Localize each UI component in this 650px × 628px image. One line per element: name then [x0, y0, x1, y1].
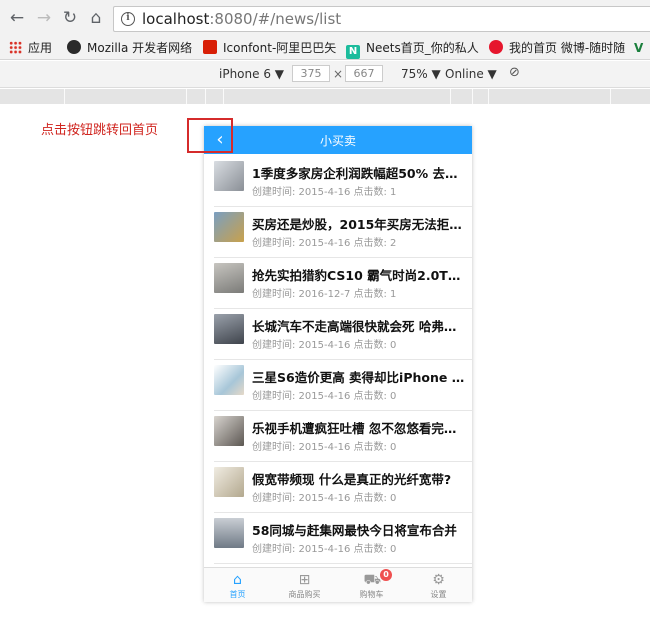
- rotate-icon[interactable]: ⊘: [509, 65, 520, 80]
- bookmark-label: 我的首页 微博-随时随: [509, 41, 626, 55]
- device-name: iPhone 6: [219, 67, 271, 81]
- list-item[interactable]: 1季度多家房企利润跌幅超50% 去库存促销战打响 创建时间: 2015-4-16…: [214, 156, 472, 207]
- tab-label: 购物车: [359, 590, 384, 599]
- network-value: Online: [445, 67, 484, 81]
- news-title: 1季度多家房企利润跌幅超50% 去库存促销战打响: [252, 166, 466, 181]
- dropdown-triangle-icon: ▼: [487, 67, 497, 81]
- annotation-highlight-box: [187, 118, 233, 153]
- news-meta: 创建时间: 2015-4-16 点击数: 2: [252, 238, 397, 249]
- url-host: localhost: [142, 10, 210, 28]
- device-select[interactable]: iPhone 6 ▼: [219, 67, 284, 81]
- tab-settings[interactable]: ⚙ 设置: [405, 568, 472, 602]
- news-thumbnail: [214, 416, 244, 446]
- home-icon: ⌂: [233, 572, 242, 588]
- list-item[interactable]: 长城汽车不走高端很快就会死 哈弗H8为何难产 创建时间: 2015-4-16 点…: [214, 309, 472, 360]
- news-thumbnail: [214, 314, 244, 344]
- height-input[interactable]: 667: [345, 65, 383, 82]
- reload-icon[interactable]: ↻: [61, 9, 79, 27]
- iconfont-icon: [203, 40, 217, 54]
- annotation-text: 点击按钮跳转回首页: [41, 123, 159, 138]
- media-query-ruler: [0, 89, 650, 104]
- news-title: 长城汽车不走高端很快就会死 哈弗H8为何难产: [252, 319, 466, 334]
- news-list: 1季度多家房企利润跌幅超50% 去库存促销战打响 创建时间: 2015-4-16…: [214, 156, 472, 564]
- dropdown-triangle-icon: ▼: [431, 67, 441, 81]
- news-title: 买房还是炒股，2015年买房无法拒绝的5大理由: [252, 217, 466, 232]
- news-thumbnail: [214, 263, 244, 293]
- news-thumbnail: [214, 212, 244, 242]
- news-meta: 创建时间: 2016-12-7 点击数: 1: [252, 289, 397, 300]
- network-select[interactable]: Online ▼: [445, 67, 497, 81]
- site-info-icon[interactable]: i: [121, 12, 135, 26]
- forward-arrow-icon[interactable]: →: [35, 9, 53, 27]
- bookmark-mdn[interactable]: Mozilla 开发者网络: [67, 39, 192, 57]
- list-item[interactable]: 抢先实拍猎豹CS10 霸气时尚2.0T涡轮增压 创建时间: 2016-12-7 …: [214, 258, 472, 309]
- bookmark-apps[interactable]: 应用: [9, 39, 52, 57]
- news-title: 假宽带频现 什么是真正的光纤宽带?: [252, 472, 452, 487]
- zoom-select[interactable]: 75% ▼: [401, 67, 441, 81]
- list-item[interactable]: 三星S6造价更高 卖得却比iPhone 6便宜 创建时间: 2015-4-16 …: [214, 360, 472, 411]
- bottom-tab-bar: ⌂ 首页 ⊞ 商品购买 ⛟ 0 购物车 ⚙ 设置: [204, 567, 472, 602]
- news-meta: 创建时间: 2015-4-16 点击数: 1: [252, 187, 397, 198]
- news-title: 乐视手机遭疯狂吐槽 忽不忽悠看完再说: [252, 421, 466, 436]
- news-title: 58同城与赶集网最快今日将宣布合并: [252, 523, 457, 538]
- list-item[interactable]: 58同城与赶集网最快今日将宣布合并 创建时间: 2015-4-16 点击数: 0: [214, 513, 472, 564]
- news-title: 三星S6造价更高 卖得却比iPhone 6便宜: [252, 370, 466, 385]
- news-meta: 创建时间: 2015-4-16 点击数: 0: [252, 340, 397, 351]
- tab-label: 首页: [229, 590, 246, 599]
- list-item[interactable]: 乐视手机遭疯狂吐槽 忽不忽悠看完再说 创建时间: 2015-4-16 点击数: …: [214, 411, 472, 462]
- zoom-value: 75%: [401, 67, 428, 81]
- dimension-times: ×: [333, 67, 344, 81]
- apps-grid-icon: [9, 41, 22, 54]
- news-meta: 创建时间: 2015-4-16 点击数: 0: [252, 544, 397, 555]
- bookmark-label: 应用: [28, 41, 53, 55]
- url-path: :8080/#/news/list: [209, 10, 342, 28]
- url-input[interactable]: i localhost:8080/#/news/list: [113, 6, 650, 32]
- gift-icon: ⊞: [298, 572, 311, 588]
- width-input[interactable]: 375: [292, 65, 330, 82]
- device-toolbar: iPhone 6 ▼ 375 × 667 75% ▼ Online ▼ ⊘: [0, 61, 650, 88]
- weibo-icon: [489, 40, 503, 54]
- tab-label: 商品购买: [288, 590, 321, 599]
- news-meta: 创建时间: 2015-4-16 点击数: 0: [252, 391, 397, 402]
- bookmark-label: Neets首页_你的私人: [366, 41, 479, 55]
- home-button-icon[interactable]: ⌂: [87, 9, 105, 27]
- app-header: ‹ 小买卖: [204, 126, 472, 154]
- mdn-icon: [67, 40, 81, 54]
- bookmark-weibo[interactable]: 我的首页 微博-随时随: [489, 39, 625, 57]
- bookmarks-bar: 应用 Mozilla 开发者网络 Iconfont-阿里巴巴矢 N Neets首页…: [0, 36, 650, 60]
- bookmark-neets[interactable]: N Neets首页_你的私人: [346, 39, 479, 59]
- tab-home[interactable]: ⌂ 首页: [204, 568, 271, 602]
- list-item[interactable]: 假宽带频现 什么是真正的光纤宽带? 创建时间: 2015-4-16 点击数: 0: [214, 462, 472, 513]
- list-item[interactable]: 买房还是炒股，2015年买房无法拒绝的5大理由 创建时间: 2015-4-16 …: [214, 207, 472, 258]
- tab-shop[interactable]: ⊞ 商品购买: [271, 568, 338, 602]
- bookmark-more-icon[interactable]: V: [634, 39, 643, 57]
- phone-viewport: ‹ 小买卖 1季度多家房企利润跌幅超50% 去库存促销战打响 创建时间: 201…: [204, 126, 472, 602]
- news-thumbnail: [214, 161, 244, 191]
- news-thumbnail: [214, 365, 244, 395]
- bookmark-label: Iconfont-阿里巴巴矢: [223, 41, 337, 55]
- url-text: localhost:8080/#/news/list: [142, 10, 341, 28]
- news-title: 抢先实拍猎豹CS10 霸气时尚2.0T涡轮增压: [252, 268, 466, 283]
- cart-icon: ⛟: [363, 572, 382, 588]
- news-thumbnail: [214, 518, 244, 548]
- news-meta: 创建时间: 2015-4-16 点击数: 0: [252, 493, 397, 504]
- news-meta: 创建时间: 2015-4-16 点击数: 0: [252, 442, 397, 453]
- back-arrow-icon[interactable]: ←: [8, 9, 26, 27]
- gear-icon: ⚙: [432, 572, 445, 588]
- address-bar-row: ← → ↻ ⌂ i localhost:8080/#/news/list: [0, 0, 650, 36]
- dropdown-triangle-icon: ▼: [274, 67, 285, 81]
- bookmark-iconfont[interactable]: Iconfont-阿里巴巴矢: [203, 39, 336, 57]
- tab-label: 设置: [430, 590, 447, 599]
- tab-cart[interactable]: ⛟ 0 购物车: [338, 568, 405, 602]
- page-title: 小买卖: [319, 134, 356, 148]
- neets-icon: N: [346, 45, 360, 59]
- bookmark-label: Mozilla 开发者网络: [87, 41, 193, 55]
- cart-count-badge: 0: [380, 569, 392, 581]
- news-thumbnail: [214, 467, 244, 497]
